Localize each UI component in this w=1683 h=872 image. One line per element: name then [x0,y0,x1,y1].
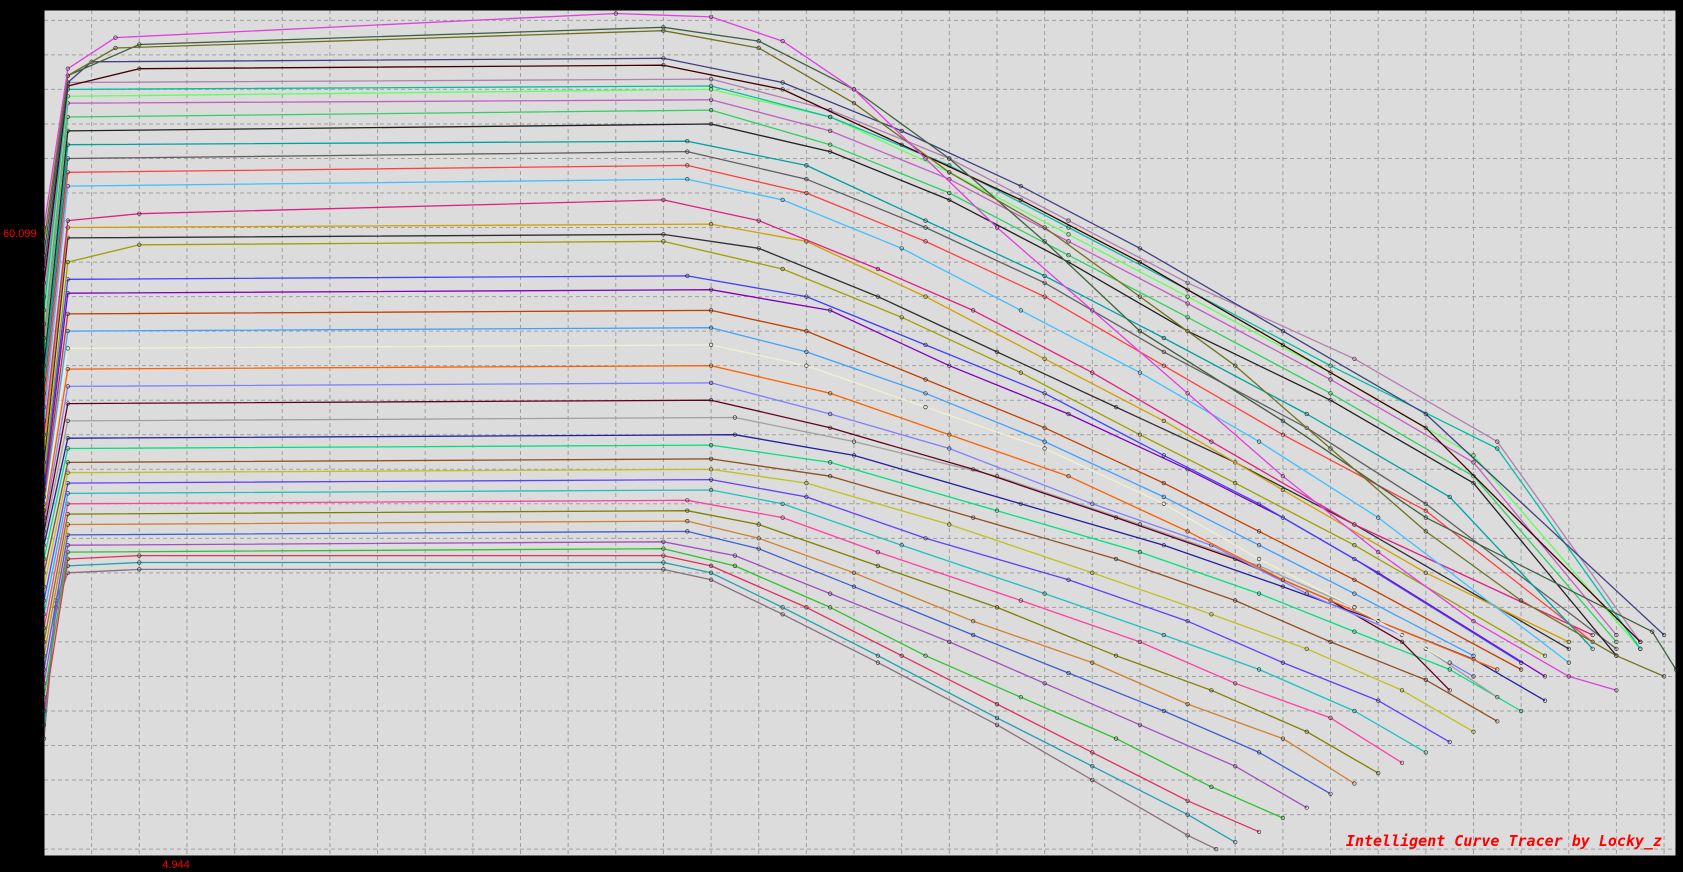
x-tick-label: 64 [1563,859,1575,871]
x-tick-label: 20 [514,859,526,871]
x-tick-label: 60 [1467,859,1479,871]
y-tick-label: 145 [22,326,40,338]
y-tick-label: 140 [22,361,40,373]
x-tick-label: 54 [1324,859,1336,871]
y-tick-label: 130 [22,430,40,442]
y-tick-label: 150 [22,292,40,304]
x-tick-label: 46 [1134,859,1146,871]
x-tick-label: 24 [610,859,622,871]
y-tick-label: 75 [28,810,40,822]
x-tick-label: 10 [276,859,288,871]
y-tick-label: 95 [28,671,40,683]
y-tick-label: 85 [28,741,40,753]
y-tick-label: 175 [22,119,40,131]
y-tick-label: 100 [22,637,40,649]
x-tick-label: 58 [1420,859,1432,871]
x-tick-label: 62 [1515,859,1527,871]
x-tick-label: 28 [705,859,717,871]
chart-container: 0 2 4 6 8 10 12 14 16 18 20 22 24 26 28 30 32 34 36 38 40 42 4… [0,0,1683,872]
y-tick-label: 155 [22,257,40,269]
x-tick-label: 44 [1086,859,1098,871]
watermark: Intelligent Curve Tracer by Locky_z [1346,832,1662,850]
x-tick-label: 4 [136,859,142,871]
cursor-x-readout: 4.944 [162,859,190,871]
x-tick-label: 32 [800,859,812,871]
x-tick-label: 56 [1372,859,1384,871]
x-tick-label: 16 [419,859,431,871]
x-tick-label: 50 [1229,859,1241,871]
x-tick-label: 42 [1039,859,1051,871]
x-tick-label: 52 [1277,859,1289,871]
x-tick-label: 26 [657,859,669,871]
x-tick-label: 12 [324,859,336,871]
x-tick-label: 36 [896,859,908,871]
x-tick-label: 30 [753,859,765,871]
y-tick-label: 90 [28,706,40,718]
x-tick-label: 14 [371,859,383,871]
x-tick-label: 66 [1610,859,1622,871]
cursor-y-readout: 60.099 [3,228,37,240]
y-tick-label: 105 [22,602,40,614]
y-tick-label: 120 [22,499,40,511]
y-tick-label: 80 [28,775,40,787]
y-tick-label: 125 [22,464,40,476]
line-chart: 0 2 4 6 8 10 12 14 16 18 20 22 24 26 28 30 32 34 36 38 40 42 4… [3,9,1679,871]
y-tick-label: 190 [22,15,40,27]
y-tick-label: 185 [22,50,40,62]
y-tick-label: 115 [22,533,40,545]
y-tick-label: 180 [22,84,40,96]
x-tick-label: 2 [89,859,95,871]
y-tick-label: 70 [28,844,40,856]
x-tick-label: 18 [467,859,479,871]
x-tick-label: 68 [1658,859,1670,871]
x-tick-label: 48 [1181,859,1193,871]
y-tick-label: 165 [22,188,40,200]
y-tick-label: 170 [22,153,40,165]
x-tick-label: 8 [232,859,238,871]
x-tick-label: 34 [848,859,860,871]
x-tick-label: 38 [943,859,955,871]
x-tick-label: 0 [41,859,47,871]
x-tick-label: 40 [991,859,1003,871]
y-tick-label: 135 [22,395,40,407]
x-tick-label: 22 [562,859,574,871]
y-tick-label: 110 [22,568,40,580]
